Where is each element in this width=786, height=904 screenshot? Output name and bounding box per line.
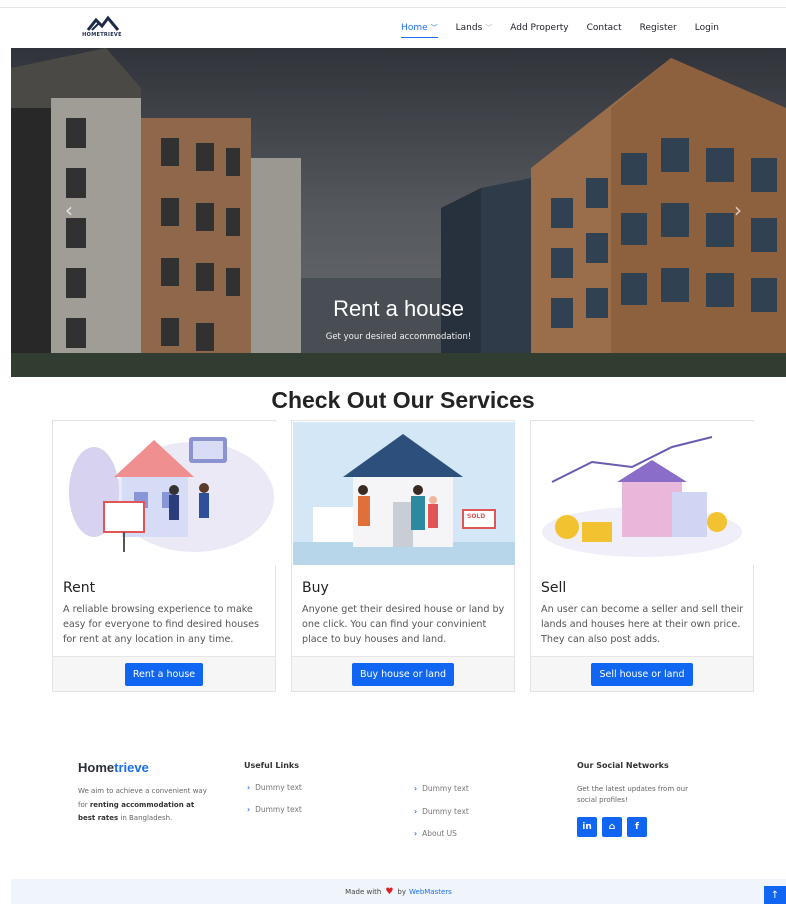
footer-brand-part: Home xyxy=(78,760,115,775)
footer-link[interactable]: › Dummy text xyxy=(414,784,469,793)
back-to-top-button[interactable]: ↑ xyxy=(764,886,786,904)
footer-link[interactable]: › Dummy text xyxy=(247,805,302,814)
made-with-text: Made with xyxy=(345,887,382,896)
footer-link[interactable]: › Dummy text xyxy=(414,807,469,816)
carousel-prev-button[interactable]: ‹ xyxy=(59,198,79,222)
footer-brand-highlight: trieve xyxy=(114,760,149,775)
bottom-bar: Made with ♥ by WebMasters xyxy=(11,879,786,904)
footer-about: We aim to achieve a convenient way for r… xyxy=(78,785,208,826)
service-card-sell: Sell An user can become a seller and sel… xyxy=(530,420,754,692)
card-footer: Sell house or land xyxy=(531,656,753,691)
chevron-down-icon: ﹀ xyxy=(430,24,438,32)
heart-icon: ♥ xyxy=(385,886,394,897)
card-title: Buy xyxy=(302,580,329,596)
chevron-right-icon: › xyxy=(414,784,418,793)
social-text: Get the latest updates from our social p… xyxy=(577,785,688,804)
chevron-down-icon: ﹀ xyxy=(485,24,493,32)
services-title: Check Out Our Services xyxy=(271,387,535,413)
sell-illustration xyxy=(532,422,754,565)
carousel-next-button[interactable]: › xyxy=(728,198,748,222)
nav-label: Register xyxy=(639,23,677,33)
card-text: An user can become a seller and sell the… xyxy=(541,604,744,645)
chevron-right-icon: › xyxy=(414,807,418,816)
for-rent-sign-icon xyxy=(104,502,144,528)
hero-title: Rent a house xyxy=(333,296,464,321)
nav-item-contact[interactable]: Contact xyxy=(578,8,631,48)
buy-house-button[interactable]: Buy house or land xyxy=(351,662,455,686)
card-footer: Buy house or land xyxy=(292,656,514,691)
footer-brand: Hometrieve xyxy=(78,760,149,775)
useful-links-title: Useful Links xyxy=(244,761,300,770)
rent-house-button[interactable]: Rent a house xyxy=(124,662,204,686)
logo-roof-icon xyxy=(86,15,120,31)
card-title: Sell xyxy=(541,580,567,596)
nav-item-lands[interactable]: Lands ﹀ xyxy=(447,8,502,48)
linkedin-icon[interactable]: in xyxy=(577,817,597,837)
rent-illustration xyxy=(54,422,276,565)
sold-sign-text: SOLD xyxy=(467,513,486,520)
nav-item-home[interactable]: Home ﹀ xyxy=(392,8,447,48)
footer-link-label: About US xyxy=(422,829,457,838)
social-title: Our Social Networks xyxy=(577,761,669,770)
chevron-right-icon: › xyxy=(247,805,251,814)
card-text: Anyone get their desired house or land b… xyxy=(302,604,505,645)
sell-house-button[interactable]: Sell house or land xyxy=(591,662,693,686)
service-card-buy: SOLD Buy Anyone get their desired house … xyxy=(291,420,515,692)
nav-label: Login xyxy=(694,23,719,33)
nav-label: Home xyxy=(401,23,428,33)
card-text: A reliable browsing experience to make e… xyxy=(63,604,260,645)
logo-text: HOMETRIEVE xyxy=(82,32,122,38)
card-title: Rent xyxy=(63,580,96,596)
hero-subtitle: Get your desired accommodation! xyxy=(325,332,472,342)
chevron-right-icon: › xyxy=(414,829,418,838)
service-card-rent: Rent A reliable browsing experience to m… xyxy=(52,420,276,692)
footer-link[interactable]: › Dummy text xyxy=(247,783,302,792)
nav-item-login[interactable]: Login xyxy=(686,8,728,48)
footer-link-label: Dummy text xyxy=(255,783,302,792)
buy-illustration: SOLD xyxy=(293,422,515,565)
hero-overlay xyxy=(11,48,786,377)
card-footer: Rent a house xyxy=(53,656,275,691)
nav-label: Lands xyxy=(455,23,483,33)
hero-carousel: ‹ › Rent a house Get your desired accomm… xyxy=(11,48,786,377)
by-text: by xyxy=(397,887,406,896)
footer-link-label: Dummy text xyxy=(422,784,469,793)
main-nav: Home ﹀ Lands ﹀ Add Property Contact Regist… xyxy=(392,8,728,48)
chevron-right-icon: › xyxy=(247,783,251,792)
nav-item-register[interactable]: Register xyxy=(631,8,686,48)
nav-label: Contact xyxy=(586,23,622,33)
footer-link-label: Dummy text xyxy=(255,805,302,814)
brand-logo[interactable]: HOMETRIEVE xyxy=(78,14,126,44)
author-link[interactable]: WebMasters xyxy=(409,888,452,896)
nav-label: Add Property xyxy=(510,23,569,33)
navbar: HOMETRIEVE Home ﹀ Lands ﹀ Add Property Con… xyxy=(0,8,786,48)
facebook-icon[interactable]: f xyxy=(627,817,647,837)
github-icon[interactable]: ⌂ xyxy=(602,817,622,837)
nav-item-add-property[interactable]: Add Property xyxy=(501,8,577,48)
footer-link-label: Dummy text xyxy=(422,807,469,816)
footer-link-about[interactable]: › About US xyxy=(414,829,457,838)
about-text: in Bangladesh. xyxy=(118,814,173,822)
